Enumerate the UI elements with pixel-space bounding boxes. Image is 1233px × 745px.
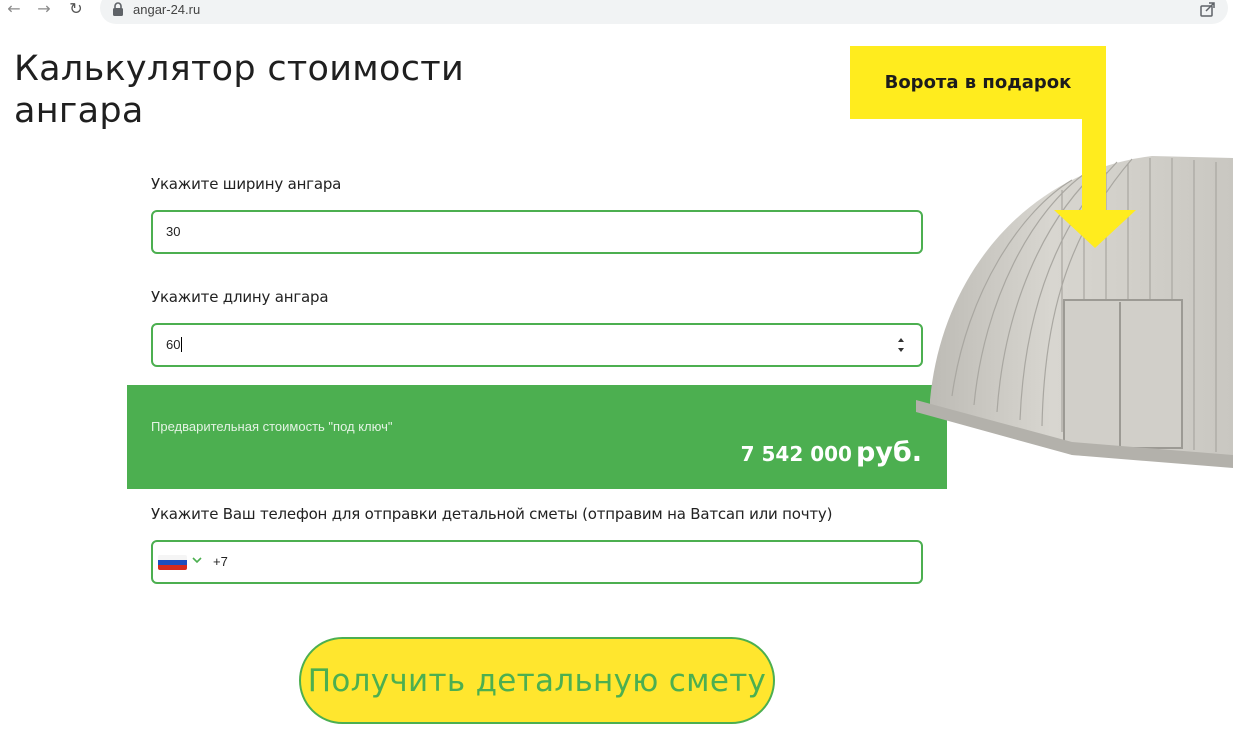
arrow-right-icon[interactable]: → [34, 0, 54, 20]
share-icon[interactable] [1199, 1, 1217, 17]
length-label: Укажите длину ангара [151, 288, 329, 306]
price-amount: 7 542 000 [740, 442, 852, 466]
phone-prefix[interactable]: +7 [213, 554, 228, 569]
chevron-down-icon[interactable] [191, 554, 203, 566]
number-spinner-icon[interactable] [895, 334, 907, 356]
url-text[interactable]: angar-24.ru [133, 2, 200, 17]
width-input[interactable]: 30 [151, 210, 923, 254]
lock-icon [113, 2, 123, 16]
arrow-left-icon[interactable]: ← [4, 0, 24, 20]
price-panel: Предварительная стоимость "под ключ" 7 5… [127, 385, 947, 489]
promo-badge: Ворота в подарок [850, 46, 1106, 119]
price-label: Предварительная стоимость "под ключ" [151, 419, 393, 434]
price-value: 7 542 000 руб. [741, 437, 922, 468]
arrow-down-icon [1054, 118, 1136, 248]
get-estimate-button[interactable]: Получить детальную смету [299, 637, 775, 724]
reload-icon[interactable]: ↻ [66, 0, 86, 20]
width-label: Укажите ширину ангара [151, 175, 342, 193]
phone-input[interactable]: +7 [151, 540, 923, 584]
page-title: Калькулятор стоимости ангара [14, 49, 465, 131]
address-bar[interactable] [100, 0, 1228, 24]
width-input-value[interactable]: 30 [166, 224, 180, 239]
browser-toolbar: ← → ↻ angar-24.ru [0, 0, 1233, 24]
length-input[interactable]: 60 [151, 323, 923, 367]
phone-label: Укажите Ваш телефон для отправки детальн… [151, 505, 833, 523]
length-input-value[interactable]: 60 [166, 337, 183, 352]
russia-flag-icon[interactable] [158, 555, 187, 570]
